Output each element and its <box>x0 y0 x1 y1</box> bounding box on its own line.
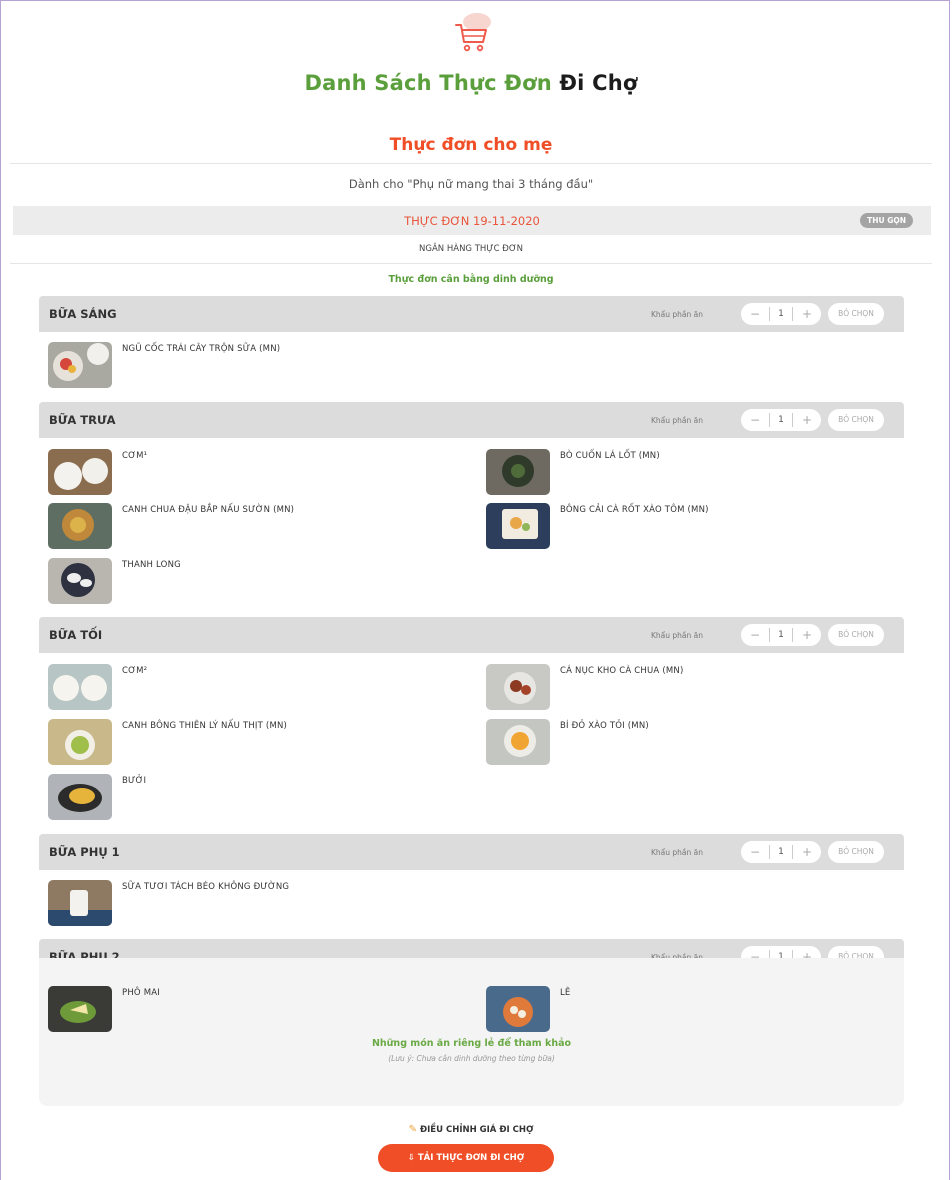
meal-header-dinner: BỮA TỐI Khẩu phần ăn − 1 + BỎ CHỌN <box>39 617 904 653</box>
plus-button[interactable]: + <box>800 841 814 863</box>
minus-button[interactable]: − <box>748 841 762 863</box>
dish-item[interactable]: SỮA TƯƠI TÁCH BÉO KHÔNG ĐƯỜNG <box>48 880 468 928</box>
dish-thumbnail <box>486 986 550 1032</box>
portion-label: Khẩu phần ăn <box>651 848 704 857</box>
dish-item[interactable]: CƠM² <box>48 664 468 712</box>
dish-item[interactable]: THANH LONG <box>48 558 468 606</box>
menu-name: Thực đơn cho mẹ <box>389 135 553 155</box>
portion-label: Khẩu phần ăn <box>651 631 704 640</box>
meal-header-snack-1: BỮA PHỤ 1 Khẩu phần ăn − 1 + BỎ CHỌN <box>39 834 904 870</box>
dish-name: CƠM² <box>122 666 148 676</box>
dish-thumbnail <box>48 880 112 926</box>
dish-name: CANH BÔNG THIÊN LÝ NẤU THỊT (MN) <box>122 721 288 731</box>
divider <box>10 163 932 164</box>
portion-value: 1 <box>769 628 793 642</box>
dish-item[interactable]: PHÔ MAI <box>48 986 468 1034</box>
portion-stepper[interactable]: − 1 + <box>741 409 821 431</box>
download-icon: ⇩ <box>407 1153 418 1163</box>
dish-item[interactable]: CANH CHUA ĐẬU BẮP NẤU SƯỜN (MN) <box>48 503 468 551</box>
dish-thumbnail <box>486 449 550 495</box>
meal-title: BỮA PHỤ 1 <box>49 845 120 859</box>
menu-bank-link[interactable]: NGÂN HÀNG THỰC ĐƠN <box>10 244 932 254</box>
dish-item[interactable]: CÁ NỤC KHO CÀ CHUA (MN) <box>486 664 906 712</box>
menu-date: THỰC ĐƠN 19-11-2020 <box>404 214 540 228</box>
menu-page: Danh Sách Thực Đơn Đi Chợ Thực đơn cho m… <box>10 0 932 1172</box>
deselect-button[interactable]: BỎ CHỌN <box>828 303 884 325</box>
dish-name: PHÔ MAI <box>122 988 160 998</box>
dish-name: THANH LONG <box>122 560 181 570</box>
dish-name: NGŨ CỐC TRÁI CÂY TRỘN SỮA (MN) <box>122 344 281 354</box>
portion-label: Khẩu phần ăn <box>651 310 704 319</box>
dish-item[interactable]: BƯỞI <box>48 774 468 822</box>
menu-date-bar: THỰC ĐƠN 19-11-2020 THU GỌN <box>13 206 931 235</box>
page-title: Danh Sách Thực Đơn Đi Chợ <box>10 71 932 95</box>
dish-thumbnail <box>48 986 112 1032</box>
plus-button[interactable]: + <box>800 624 814 646</box>
dish-thumbnail <box>486 719 550 765</box>
dish-name: LÊ <box>560 988 571 998</box>
download-menu-label: TẢI THỰC ĐƠN ĐI CHỢ <box>417 1153 525 1163</box>
dish-thumbnail <box>48 664 112 710</box>
reference-note: (Lưu ý: Chưa cân dinh dưỡng theo từng bữ… <box>388 1054 555 1063</box>
dish-item[interactable]: CANH BÔNG THIÊN LÝ NẤU THỊT (MN) <box>48 719 468 767</box>
dish-item[interactable]: LÊ <box>486 986 906 1034</box>
minus-button[interactable]: − <box>748 303 762 325</box>
deselect-button[interactable]: BỎ CHỌN <box>828 841 884 863</box>
dish-thumbnail <box>48 719 112 765</box>
balance-note: Thực đơn cân bằng dinh dưỡng <box>388 274 554 285</box>
meal-title: BỮA TRƯA <box>49 413 116 427</box>
meal-header-lunch: BỮA TRƯA Khẩu phần ăn − 1 + BỎ CHỌN <box>39 402 904 438</box>
dish-thumbnail <box>486 664 550 710</box>
dish-item[interactable]: CƠM¹ <box>48 449 468 497</box>
dish-item[interactable]: BÔNG CẢI CÀ RỐT XÀO TÔM (MN) <box>486 503 906 551</box>
dish-name: CÁ NỤC KHO CÀ CHUA (MN) <box>560 666 684 676</box>
portion-stepper[interactable]: − 1 + <box>741 841 821 863</box>
target-audience: Dành cho "Phụ nữ mang thai 3 tháng đầu" <box>348 177 594 191</box>
portion-stepper[interactable]: − 1 + <box>741 303 821 325</box>
dish-name: BƯỞI <box>122 776 147 786</box>
dish-thumbnail <box>48 503 112 549</box>
meal-header-breakfast: BỮA SÁNG Khẩu phần ăn − 1 + BỎ CHỌN <box>39 296 904 332</box>
dish-name: CƠM¹ <box>122 451 148 461</box>
meal-title: BỮA SÁNG <box>49 307 117 321</box>
dish-name: BÍ ĐỎ XÀO TỎI (MN) <box>560 721 649 731</box>
dish-item[interactable]: NGŨ CỐC TRÁI CÂY TRỘN SỮA (MN) <box>48 342 468 390</box>
meal-title: BỮA TỐI <box>49 628 103 642</box>
divider <box>10 263 932 264</box>
dish-name: CANH CHUA ĐẬU BẮP NẤU SƯỜN (MN) <box>122 505 295 515</box>
portion-label: Khẩu phần ăn <box>651 416 704 425</box>
deselect-button[interactable]: BỎ CHỌN <box>828 409 884 431</box>
portion-value: 1 <box>769 845 793 859</box>
adjust-price-label: ĐIỀU CHỈNH GIÁ ĐI CHỢ <box>420 1125 534 1135</box>
adjust-price-link[interactable]: ✎ ĐIỀU CHỈNH GIÁ ĐI CHỢ <box>10 1124 932 1135</box>
dish-thumbnail <box>48 342 112 388</box>
plus-button[interactable]: + <box>800 409 814 431</box>
dish-item[interactable]: BÍ ĐỎ XÀO TỎI (MN) <box>486 719 906 767</box>
dish-thumbnail <box>48 449 112 495</box>
download-menu-button[interactable]: ⇩ TẢI THỰC ĐƠN ĐI CHỢ <box>378 1144 554 1172</box>
deselect-button[interactable]: BỎ CHỌN <box>828 624 884 646</box>
page-title-dark: Đi Chợ <box>559 71 638 95</box>
portion-value: 1 <box>769 413 793 427</box>
portion-stepper[interactable]: − 1 + <box>741 624 821 646</box>
dish-name: SỮA TƯƠI TÁCH BÉO KHÔNG ĐƯỜNG <box>122 882 290 892</box>
dish-thumbnail <box>486 503 550 549</box>
dish-thumbnail <box>48 558 112 604</box>
shopping-cart-icon <box>455 13 491 52</box>
dish-name: BÒ CUỐN LÁ LỐT (MN) <box>560 451 660 461</box>
dish-item[interactable]: BÒ CUỐN LÁ LỐT (MN) <box>486 449 906 497</box>
minus-button[interactable]: − <box>748 409 762 431</box>
minus-button[interactable]: − <box>748 624 762 646</box>
page-title-green: Danh Sách Thực Đơn <box>304 71 552 95</box>
plus-button[interactable]: + <box>800 303 814 325</box>
dish-name: BÔNG CẢI CÀ RỐT XÀO TÔM (MN) <box>560 505 709 515</box>
portion-value: 1 <box>769 307 793 321</box>
pencil-icon: ✎ <box>408 1124 418 1135</box>
reference-title: Những món ăn riêng lẻ để tham khảo <box>371 1038 572 1049</box>
collapse-button[interactable]: THU GỌN <box>860 213 913 228</box>
dish-thumbnail <box>48 774 112 820</box>
